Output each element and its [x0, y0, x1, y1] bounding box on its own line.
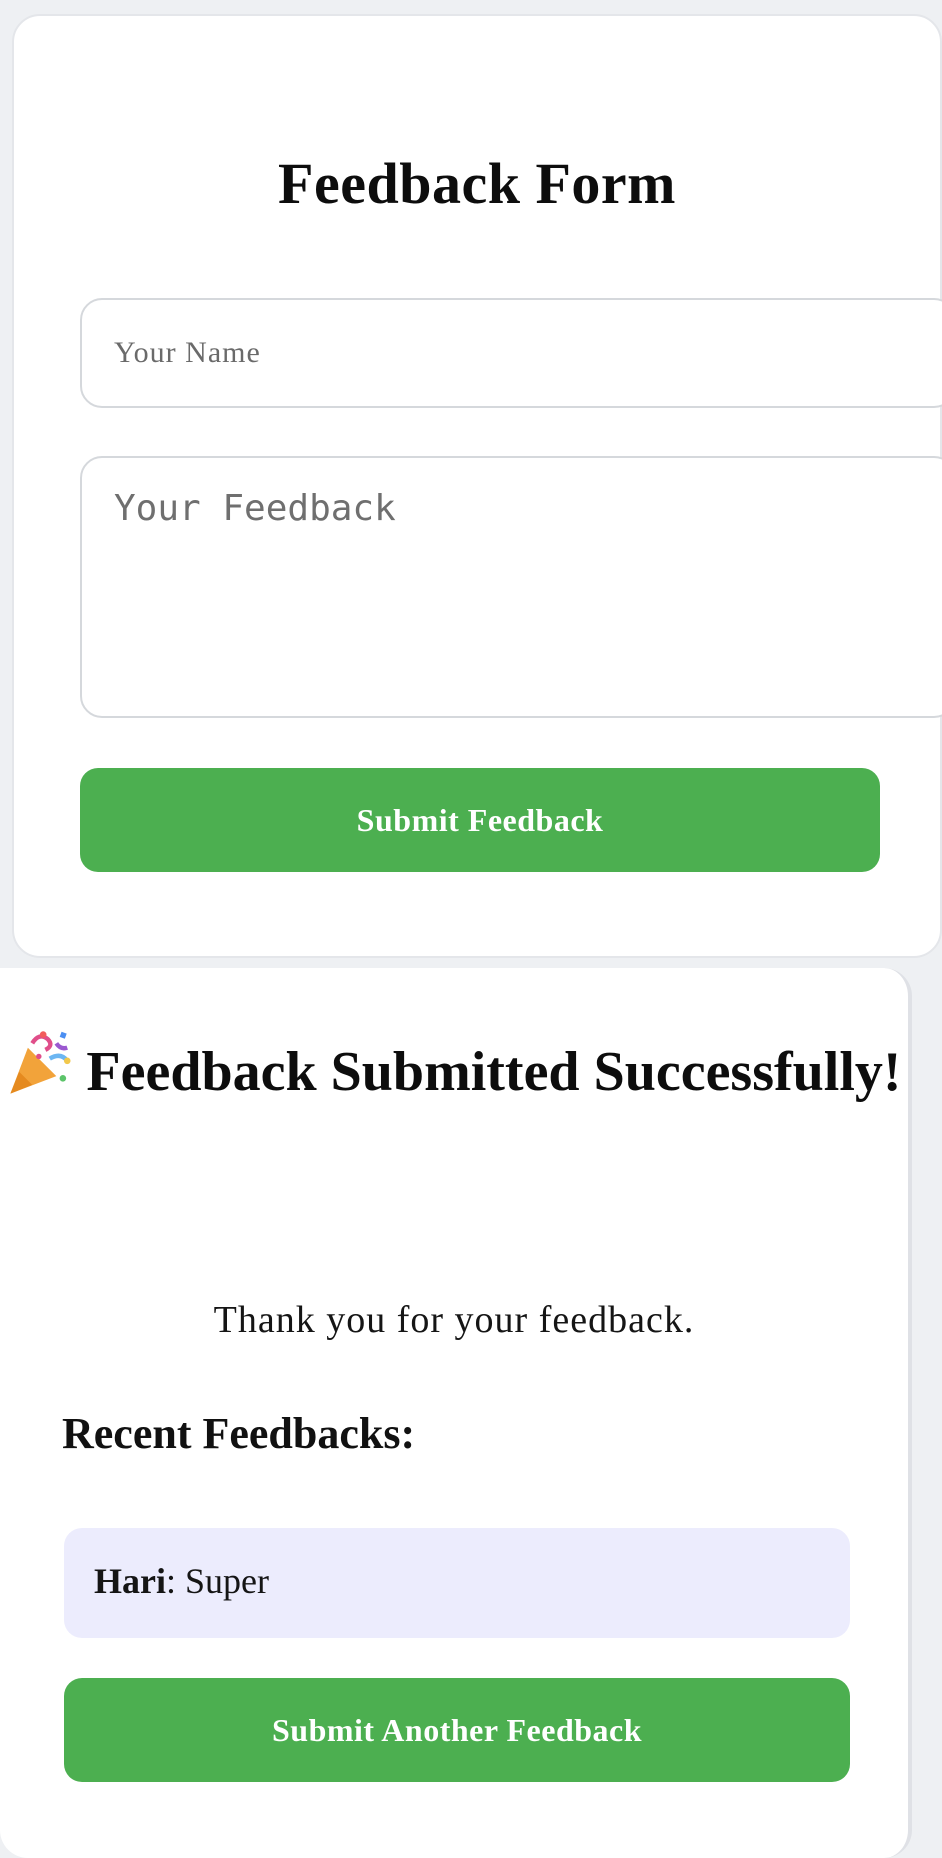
- feedback-list-item: Hari: Super: [64, 1528, 850, 1638]
- success-title-text: Feedback Submitted Successfully!: [86, 1041, 902, 1103]
- submit-feedback-button[interactable]: Submit Feedback: [80, 768, 880, 872]
- feedback-text: Super: [185, 1561, 269, 1601]
- submit-another-feedback-button[interactable]: Submit Another Feedback: [64, 1678, 850, 1782]
- feedback-form-card: Feedback Form Submit Feedback: [12, 14, 942, 958]
- thank-you-message: Thank you for your feedback.: [213, 1299, 695, 1341]
- success-card: Feedback Submitted Successfully! Thank y…: [0, 968, 912, 1858]
- feedback-textarea[interactable]: [80, 456, 942, 718]
- feedback-author: Hari: [94, 1561, 166, 1601]
- name-input[interactable]: [80, 298, 942, 408]
- recent-feedbacks-heading: Recent Feedbacks:: [62, 1409, 416, 1458]
- form-title: Feedback Form: [278, 151, 676, 216]
- feedback-separator: :: [165, 1561, 176, 1601]
- party-popper-icon: [10, 1031, 71, 1094]
- success-title: Feedback Submitted Successfully!: [0, 1028, 908, 1110]
